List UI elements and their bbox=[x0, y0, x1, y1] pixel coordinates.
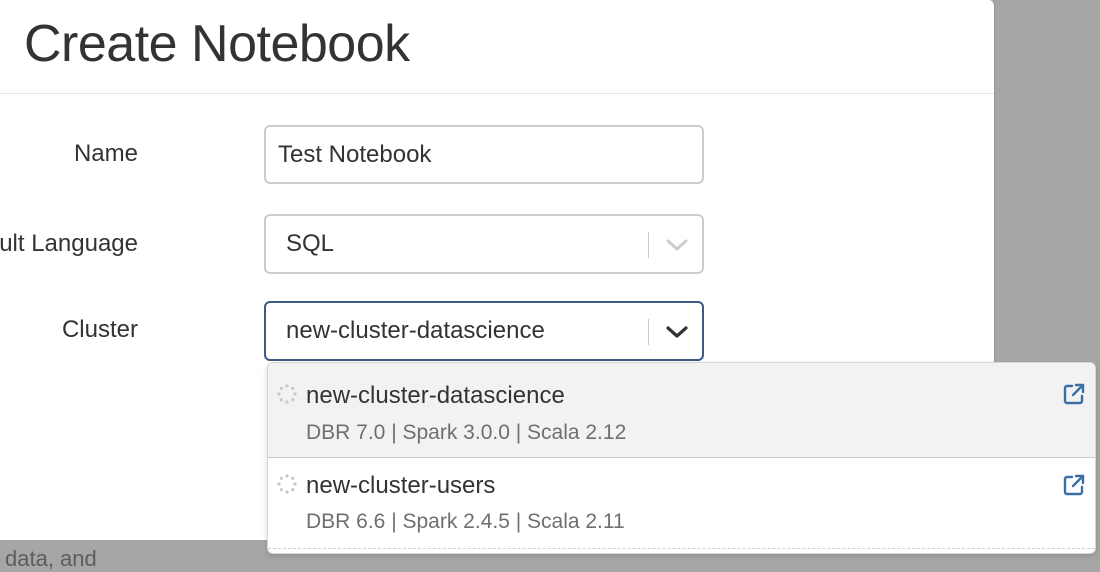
default-language-label: Default Language bbox=[0, 230, 138, 257]
name-input[interactable] bbox=[264, 125, 704, 184]
cluster-option[interactable]: new-cluster-datascience DBR 7.0 | Spark … bbox=[268, 363, 1095, 458]
dialog-title: Create Notebook bbox=[24, 15, 410, 73]
chevron-down-icon[interactable] bbox=[664, 322, 690, 342]
cluster-option-name: new-cluster-users bbox=[306, 472, 496, 499]
external-link-icon[interactable] bbox=[1060, 471, 1088, 499]
cluster-dropdown-menu: new-cluster-datascience DBR 7.0 | Spark … bbox=[267, 362, 1096, 554]
loading-spinner-icon bbox=[277, 474, 297, 494]
default-language-value: SQL bbox=[286, 230, 335, 257]
cluster-option-details: DBR 7.0 | Spark 3.0.0 | Scala 2.12 bbox=[306, 421, 627, 444]
loading-spinner-icon bbox=[277, 384, 297, 404]
cluster-option-details: DBR 6.6 | Spark 2.4.5 | Scala 2.11 bbox=[306, 510, 625, 533]
external-link-icon[interactable] bbox=[1060, 380, 1088, 408]
cluster-option-name: new-cluster-datascience bbox=[306, 382, 565, 409]
name-label: Name bbox=[73, 140, 138, 167]
select-separator bbox=[648, 232, 649, 258]
chevron-down-icon[interactable] bbox=[664, 235, 690, 255]
cluster-label: Cluster bbox=[61, 316, 138, 343]
background-page-text: l data, and bbox=[0, 546, 97, 571]
cluster-option[interactable]: new-cluster-users DBR 6.6 | Spark 2.4.5 … bbox=[268, 459, 1095, 549]
dialog-header: Create Notebook bbox=[0, 0, 994, 94]
select-separator bbox=[648, 319, 649, 345]
default-language-select[interactable]: SQL bbox=[264, 214, 704, 274]
cluster-select[interactable]: new-cluster-datascience bbox=[264, 301, 704, 361]
cluster-value: new-cluster-datascience bbox=[286, 317, 545, 344]
